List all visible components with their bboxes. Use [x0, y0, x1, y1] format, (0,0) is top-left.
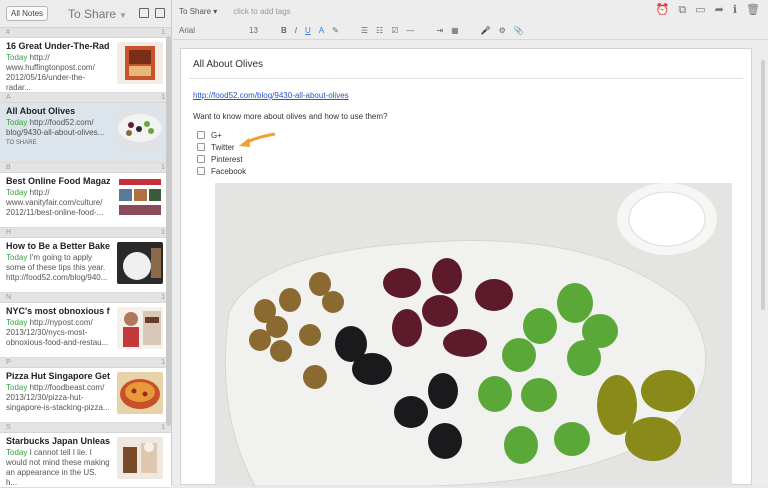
share-screen-icon[interactable]: ⧉	[678, 5, 686, 16]
notebook-name: To Share	[68, 6, 117, 21]
note-thumbnail	[117, 307, 163, 349]
list-item[interactable]: 16 Great Under-The-Rad... Today http:// …	[0, 38, 171, 93]
editor-scrollbar[interactable]	[761, 60, 765, 310]
note-thumbnail	[117, 372, 163, 414]
note-title: All About Olives	[6, 106, 76, 116]
size-select[interactable]: 13	[249, 26, 273, 35]
source-link[interactable]: http://food52.com/blog/9430-all-about-ol…	[193, 91, 739, 100]
note-title: Pizza Hut Singapore Get...	[6, 371, 110, 381]
note-snippet: Today http://nypost.com/ 2013/12/30/nycs…	[6, 318, 109, 347]
checklist-item[interactable]: Pinterest	[197, 153, 739, 165]
note-snippet: Today I'm going to apply some of these t…	[6, 253, 108, 282]
list-item[interactable]: NYC's most obnoxious f... Today http://n…	[0, 303, 171, 358]
new-note-icon[interactable]	[139, 8, 149, 18]
list-item[interactable]: Best Online Food Magaz... Today http:// …	[0, 173, 171, 228]
present-icon[interactable]: ▭	[695, 5, 705, 16]
text-color-icon[interactable]: A	[319, 26, 324, 35]
note-thumbnail	[117, 242, 163, 284]
checkbox[interactable]	[197, 155, 205, 163]
note-title: Starbucks Japan Unleas...	[6, 436, 110, 446]
underline-icon[interactable]: U	[305, 26, 311, 35]
trash-icon[interactable]: 🗑	[746, 5, 760, 16]
editor-pane: To Share ▾ click to add tags ⏰ ⧉ ▭ ➦ ℹ 🗑…	[173, 0, 768, 486]
numbered-list-icon[interactable]: ☷	[376, 26, 383, 35]
note-snippet: Today http:// www.vanityfair.com/culture…	[6, 188, 104, 217]
section-header: S1	[0, 423, 171, 433]
note-title: Best Online Food Magaz...	[6, 176, 110, 186]
editor-actions: ⏰ ⧉ ▭ ➦ ℹ 🗑	[656, 5, 760, 16]
horizontal-rule-icon[interactable]: —	[406, 26, 414, 35]
note-list-header: All Notes To Share ▼	[0, 0, 171, 28]
italic-icon[interactable]: I	[295, 26, 297, 35]
list-item[interactable]: How to Be a Better Bake... Today I'm goi…	[0, 238, 171, 293]
note-thumbnail	[117, 42, 163, 84]
share-icon[interactable]: ➦	[715, 5, 724, 16]
note-snippet: Today http://food52.com/ blog/9430-all-a…	[6, 118, 105, 137]
notebook-selector[interactable]: To Share ▼	[68, 7, 127, 21]
font-select[interactable]: Arial	[179, 26, 241, 35]
settings-icon[interactable]: ⚙	[499, 26, 506, 35]
section-header: #1	[0, 28, 171, 38]
info-icon[interactable]: ℹ	[733, 5, 737, 16]
view-layout-icon[interactable]	[155, 8, 165, 18]
note-thumbnail	[117, 107, 163, 149]
checklist-item[interactable]: Facebook	[197, 165, 739, 177]
bold-icon[interactable]: B	[281, 26, 287, 35]
list-item[interactable]: Starbucks Japan Unleas... Today I cannot…	[0, 433, 171, 488]
list-item[interactable]: Pizza Hut Singapore Get... Today http://…	[0, 368, 171, 423]
note-title: How to Be a Better Bake...	[6, 241, 110, 251]
checkbox[interactable]	[197, 131, 205, 139]
all-notes-button[interactable]: All Notes	[6, 6, 49, 21]
note-title: 16 Great Under-The-Rad...	[6, 41, 110, 51]
editor-notebook-selector[interactable]: To Share ▾	[179, 7, 217, 16]
note-snippet: Today I cannot tell I lie. I would not m…	[6, 448, 110, 487]
note-thumbnail	[117, 177, 163, 219]
checkbox[interactable]	[197, 143, 205, 151]
highlight-icon[interactable]: ✎	[332, 26, 339, 35]
bullet-list-icon[interactable]: ☰	[361, 26, 368, 35]
tags-field[interactable]: click to add tags	[233, 7, 290, 16]
section-header: P1	[0, 358, 171, 368]
view-options	[139, 8, 165, 18]
list-item-selected[interactable]: All About Olives Today http://food52.com…	[0, 103, 171, 163]
checkbox[interactable]	[197, 167, 205, 175]
note-document: All About Olives http://food52.com/blog/…	[180, 48, 752, 486]
note-list-pane: All Notes To Share ▼ #1 16 Great Under-Th…	[0, 0, 172, 488]
section-header: N1	[0, 293, 171, 303]
annotation-arrow-icon	[239, 132, 276, 147]
attachment-icon[interactable]: 📎	[514, 26, 524, 35]
chevron-down-icon: ▼	[119, 10, 127, 20]
note-title: NYC's most obnoxious f...	[6, 306, 110, 316]
olives-photo	[215, 183, 732, 486]
table-icon[interactable]: ▦	[451, 26, 459, 35]
editor-header: To Share ▾ click to add tags ⏰ ⧉ ▭ ➦ ℹ 🗑	[173, 0, 768, 22]
section-header: H1	[0, 228, 171, 238]
note-snippet: Today http://foodbeast.com/ 2013/12/30/p…	[6, 383, 110, 412]
reminder-icon[interactable]: ⏰	[656, 5, 670, 16]
section-header: A1	[0, 93, 171, 103]
note-title-field[interactable]: All About Olives	[189, 49, 743, 79]
formatting-toolbar: Arial 13 B I U A ✎ ☰ ☷ ☑ — ⇥ ▦ 🎤 ⚙ 📎	[173, 22, 768, 40]
body-text: Want to know more about olives and how t…	[193, 112, 388, 121]
note-snippet: Today http:// www.huffingtonpost.com/ 20…	[6, 53, 95, 92]
note-list-scrollbar[interactable]	[166, 36, 171, 426]
section-header: B1	[0, 163, 171, 173]
checkbox-icon[interactable]: ☑	[391, 26, 398, 35]
indent-icon[interactable]: ⇥	[436, 26, 443, 35]
microphone-icon[interactable]: 🎤	[481, 26, 491, 35]
note-thumbnail	[117, 437, 163, 479]
